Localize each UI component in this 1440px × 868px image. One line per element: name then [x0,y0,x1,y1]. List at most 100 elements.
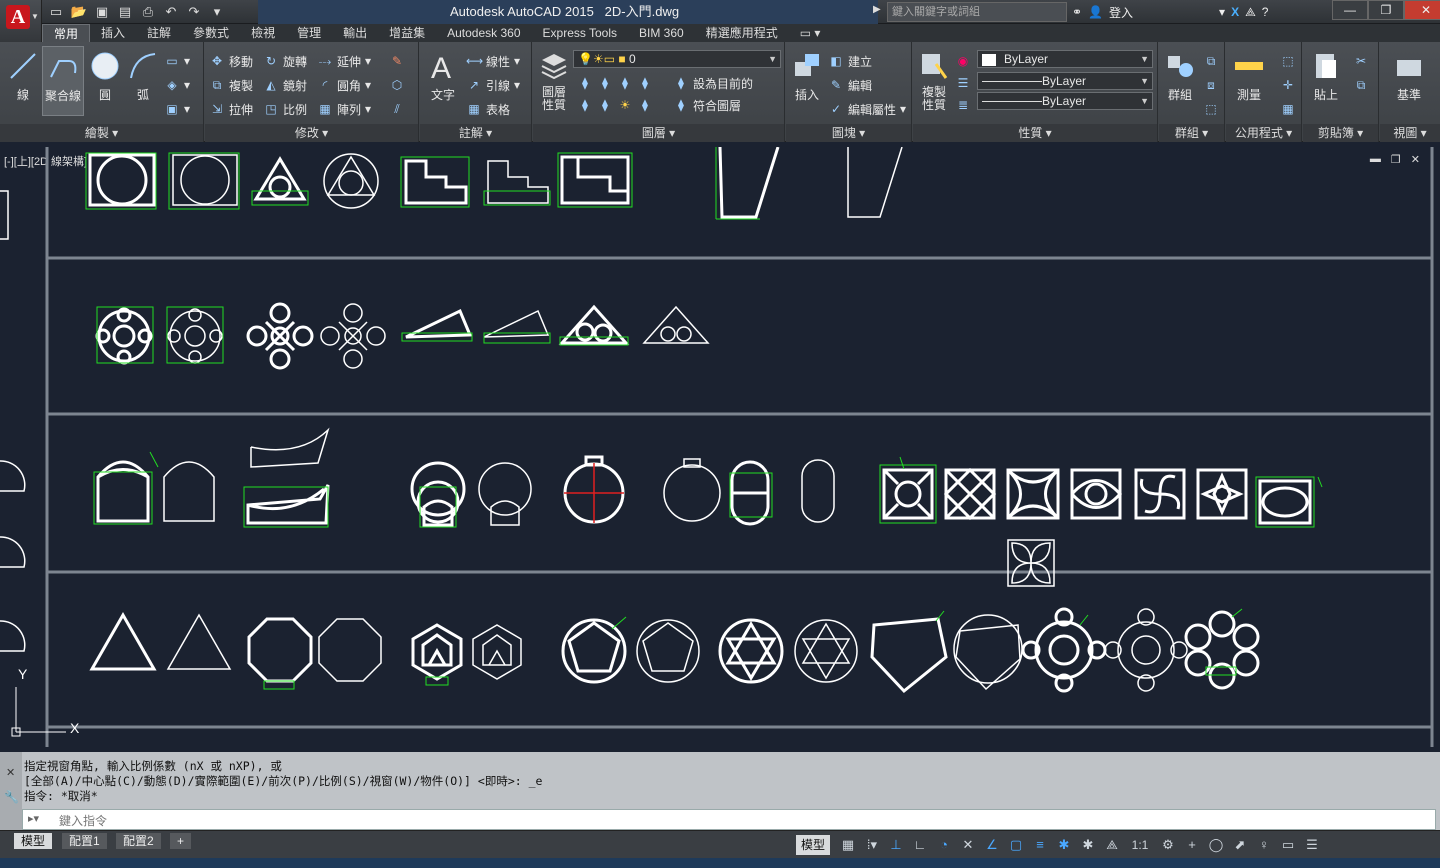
close-cmd-icon[interactable]: ✕ [6,766,15,779]
plot-icon[interactable]: ⎙ [138,2,158,22]
command-input[interactable]: ▸▾ 鍵入指令 [22,809,1436,830]
hatch-icon[interactable]: ◈ ▾ [164,74,190,96]
help-icon[interactable]: ? [1262,5,1269,19]
layout-tab-model[interactable]: 模型 [14,833,53,849]
layer-tools-row2[interactable]: ⧫ ⧫ ☀ ⧫ [577,94,653,116]
osnap-icon[interactable]: ▢ [1006,835,1026,855]
layout-tab-1[interactable]: 配置1 [62,833,107,849]
layers-panel-title[interactable]: 圖層 ▾ [533,124,784,142]
text-button[interactable]: A 文字 [424,46,462,116]
tab-parametric[interactable]: 參數式 [182,24,240,42]
expand-arrow-icon[interactable]: ▶ [873,4,881,15]
linetype-dropdown[interactable]: ByLayer ▼ [977,72,1153,90]
annotation-panel-title[interactable]: 註解 ▾ [420,124,531,142]
snap-icon[interactable]: ⁞▾ [862,835,882,855]
tab-output[interactable]: 輸出 [332,24,378,42]
search-input[interactable]: 鍵入關鍵字或詞組 [887,2,1067,22]
region-icon[interactable]: ▣ ▾ [164,98,190,120]
osnap-track-icon[interactable]: ∠ [982,835,1002,855]
ribbon-options-icon[interactable]: ▭ ▾ [789,24,832,42]
hardware-accel-icon[interactable]: ⬈ [1230,835,1250,855]
paste-button[interactable]: 貼上 [1307,46,1345,116]
group-edit-icon[interactable]: ⧈ [1203,74,1219,96]
autoscale-icon[interactable]: ✱ [1078,835,1098,855]
isolate-objects-icon[interactable]: ♀ [1254,835,1274,855]
clean-screen-icon[interactable]: ▭ [1278,835,1298,855]
view-panel-title[interactable]: 視圖 ▾ [1380,124,1440,142]
fillet-button[interactable]: ◜ 圓角 ▾ [317,74,371,96]
create-block-button[interactable]: ◧ 建立 [828,50,872,72]
tab-a360[interactable]: Autodesk 360 [436,24,531,42]
set-current-button[interactable]: ⧫ 設為目前的 [673,72,753,94]
mirror-button[interactable]: ◭ 鏡射 [263,74,307,96]
annotation-scale-value[interactable]: 1:1 [1126,835,1154,855]
calculator-icon[interactable]: ▦ [1280,98,1296,120]
copy-button[interactable]: ⧉ 複製 [209,74,253,96]
isolate-icon[interactable]: ◯ [1206,835,1226,855]
explode-icon[interactable]: ⬡ [389,74,405,96]
leader-button[interactable]: ↗ 引線 ▾ [466,74,520,96]
extend-button[interactable]: ⤏ 延伸 ▾ [317,50,371,72]
command-line-grip[interactable]: ✕ 🔧 [0,752,22,832]
binoculars-icon[interactable]: ⚭ [1072,5,1082,19]
minimize-icon[interactable]: — [1332,0,1368,20]
tab-home[interactable]: 常用 [42,24,91,42]
array-button[interactable]: ▦ 陣列 ▾ [317,98,371,120]
tab-bim360[interactable]: BIM 360 [628,24,695,42]
linear-dim-button[interactable]: ⟷ 線性 ▾ [466,50,520,72]
insert-block-button[interactable]: 插入 [788,46,826,116]
edit-block-button[interactable]: ✎ 編輯 [828,74,872,96]
isodraft-icon[interactable]: ✕ [958,835,978,855]
plus-icon[interactable]: + [1182,835,1202,855]
layout-tab-2[interactable]: 配置2 [116,833,161,849]
stretch-button[interactable]: ⇲ 拉伸 [209,98,253,120]
polyline-button[interactable]: 聚合線 [42,46,84,116]
qat-menu-icon[interactable]: ▾ [207,2,227,22]
drawing-canvas[interactable]: [-][上][2D 線架構] ▬ ❐ ✕ Y X [0,147,1440,752]
table-button[interactable]: ▦ 表格 [466,98,510,120]
properties-panel-title[interactable]: 性質 ▾ [913,124,1157,142]
group-select-icon[interactable]: ⬚ [1203,98,1219,120]
tab-express-tools[interactable]: Express Tools [532,24,628,42]
save-icon[interactable]: ▣ [92,2,112,22]
polar-icon[interactable]: ◔ [934,835,954,855]
measure-button[interactable]: 測量 [1230,46,1268,116]
annotation-scale-icon[interactable]: ⟁ [1102,835,1122,855]
model-space-button[interactable]: 模型 [796,835,830,855]
linetype-icon[interactable]: ☰ [955,72,971,94]
exchange-icon[interactable]: X [1231,5,1239,19]
infer-icon[interactable]: ⊥ [886,835,906,855]
tab-annotate[interactable]: 註解 [136,24,182,42]
modify-panel-title[interactable]: 修改 ▾ [205,124,418,142]
tab-addins[interactable]: 增益集 [378,24,436,42]
draw-panel-title[interactable]: 繪製 ▾ [0,124,203,142]
arc-button[interactable]: 弧 [124,46,162,116]
group-button[interactable]: 群組 [1161,46,1199,116]
lineweight-display-icon[interactable]: ≡ [1030,835,1050,855]
circle-button[interactable]: 圓 [86,46,124,116]
base-view-button[interactable]: 基準 [1390,46,1428,116]
rectangle-icon[interactable]: ▭ ▾ [164,50,190,72]
workspace-gear-icon[interactable]: ⚙ [1158,835,1178,855]
customize-icon[interactable]: ☰ [1302,835,1322,855]
utilities-panel-title[interactable]: 公用程式 ▾ [1226,124,1301,142]
ungroup-icon[interactable]: ⧉ [1203,50,1219,72]
tab-view[interactable]: 檢視 [240,24,286,42]
open-icon[interactable]: 📂 [69,2,89,22]
block-panel-title[interactable]: 圖塊 ▾ [786,124,911,142]
command-prompt-icon[interactable]: ▸▾ [28,812,39,825]
save-as-icon[interactable]: ▤ [115,2,135,22]
undo-icon[interactable]: ↶ [161,2,181,22]
signin-label[interactable]: 登入 [1109,4,1133,21]
match-properties-button[interactable]: 複製性質 [915,46,953,116]
color-wheel-icon[interactable]: ◉ [955,50,971,72]
tab-insert[interactable]: 插入 [90,24,136,42]
quick-select-icon[interactable]: ⬚ [1280,50,1296,72]
offset-icon[interactable]: ⫽ [389,98,405,120]
lineweight-icon[interactable]: ≣ [955,94,971,116]
new-icon[interactable]: ▭ [46,2,66,22]
cut-icon[interactable]: ✂ [1353,50,1369,72]
user-icon[interactable]: 👤 [1088,5,1103,19]
edit-attr-button[interactable]: ✓ 編輯屬性 ▾ [828,98,906,120]
tab-featured-apps[interactable]: 精選應用程式 [695,24,789,42]
